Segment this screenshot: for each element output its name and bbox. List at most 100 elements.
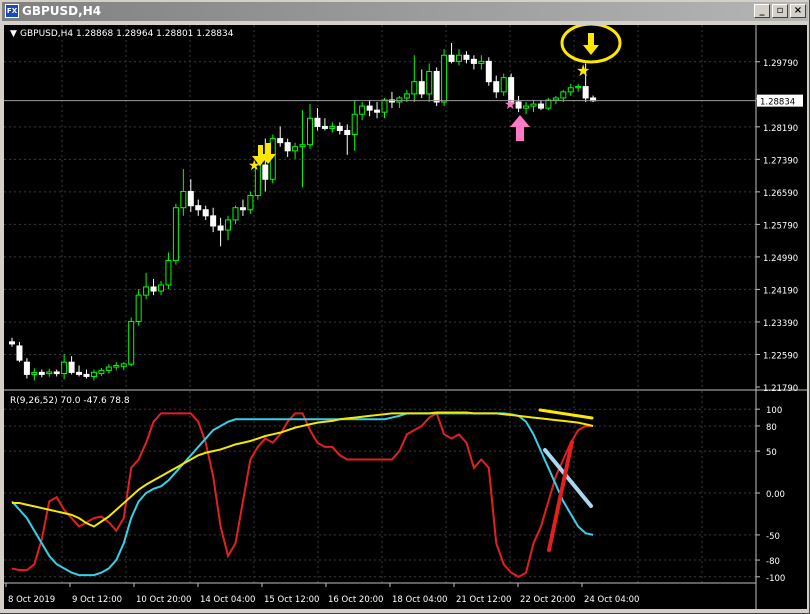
bull-candle xyxy=(381,99,388,113)
time-label: 18 Oct 04:00 xyxy=(392,595,447,605)
bear-candle xyxy=(83,373,90,377)
time-label: 10 Oct 20:00 xyxy=(136,595,191,605)
bear-candle xyxy=(448,54,455,62)
bull-candle xyxy=(478,60,485,64)
bull-candle xyxy=(180,190,187,209)
bear-candle xyxy=(321,125,328,129)
level-label: 0.00 xyxy=(766,490,785,500)
bull-candle xyxy=(172,207,179,262)
bull-candle xyxy=(552,97,559,101)
chart-window-icon: FX xyxy=(5,4,19,18)
bear-candle xyxy=(463,54,470,60)
bull-candle xyxy=(98,369,105,375)
bull-candle xyxy=(523,105,530,109)
bear-candle xyxy=(239,207,246,211)
star-icon: ★ xyxy=(248,158,261,174)
bear-candle xyxy=(314,117,321,127)
bull-candle xyxy=(128,321,135,365)
price-label: 1.24990 xyxy=(763,254,798,264)
level-label: -100 xyxy=(766,574,785,584)
level-label: -80 xyxy=(766,557,780,567)
bear-candle xyxy=(470,58,477,64)
time-label: 15 Oct 12:00 xyxy=(264,595,319,605)
restore-icon[interactable]: ▫ xyxy=(772,4,788,18)
bull-candle xyxy=(299,144,306,148)
bull-candle xyxy=(46,371,53,375)
bull-candle xyxy=(351,113,358,136)
bull-candle xyxy=(135,294,142,323)
bull-candle xyxy=(61,361,68,375)
price-label: 1.25790 xyxy=(763,221,798,231)
price-label: 1.29790 xyxy=(763,59,798,69)
chart-canvas[interactable]: ★ ★ ★ ▼ GBPUSD,H4 1.28868 1.28964 1.28801 … xyxy=(4,22,807,609)
bear-candle xyxy=(53,371,60,375)
bear-candle xyxy=(187,190,194,207)
bear-candle xyxy=(16,345,23,361)
price-label: 1.21790 xyxy=(763,384,798,394)
bull-candle xyxy=(31,371,38,375)
bear-candle xyxy=(217,225,224,231)
price-label: 1.27390 xyxy=(763,156,798,166)
time-label: 16 Oct 20:00 xyxy=(328,595,383,605)
bear-candle xyxy=(284,142,291,152)
star-icon: ★ xyxy=(576,61,590,80)
bear-candle xyxy=(150,286,157,292)
bull-candle xyxy=(359,105,366,115)
bull-candle xyxy=(165,260,172,286)
bull-candle xyxy=(247,195,254,211)
bear-candle xyxy=(202,209,209,217)
bull-candle xyxy=(403,93,410,99)
bull-candle xyxy=(120,363,127,367)
bear-candle xyxy=(38,371,45,375)
bear-candle xyxy=(76,371,83,375)
indicator-line-1 xyxy=(11,412,594,577)
bear-candle xyxy=(582,86,589,99)
star-icon: ★ xyxy=(504,97,517,113)
close-icon[interactable]: × xyxy=(790,4,806,18)
bear-candle xyxy=(537,103,544,109)
chart-window: FX GBPUSD,H4 _ ▫ × ★ ★ ★ ▼ GBPUSD,H4 1.288… xyxy=(0,0,810,614)
bull-candle xyxy=(411,81,418,95)
time-label: 9 Oct 12:00 xyxy=(72,595,122,605)
bull-candle xyxy=(530,103,537,107)
sub-chart-header: R(9,26,52) 70.0 -47.6 78.8 xyxy=(10,396,130,406)
bear-candle xyxy=(23,361,30,375)
title-bar[interactable]: FX GBPUSD,H4 _ ▫ × xyxy=(2,2,808,21)
bear-candle xyxy=(262,164,269,180)
bear-candle xyxy=(493,81,500,93)
price-label: 1.28190 xyxy=(763,124,798,134)
chart-area[interactable]: ★ ★ ★ ▼ GBPUSD,H4 1.28868 1.28964 1.28801 … xyxy=(4,22,807,609)
time-label: 21 Oct 12:00 xyxy=(456,595,511,605)
bull-candle xyxy=(575,86,582,89)
main-chart-header: GBPUSD,H4 1.28868 1.28964 1.28801 1.2883… xyxy=(20,29,234,39)
bull-candle xyxy=(426,71,433,95)
minimize-icon[interactable]: _ xyxy=(754,4,770,18)
bull-candle xyxy=(500,77,507,93)
window-title: GBPUSD,H4 xyxy=(22,4,102,18)
bear-candle xyxy=(9,341,15,345)
bear-candle xyxy=(418,81,425,95)
bull-candle xyxy=(232,207,239,221)
bull-candle xyxy=(545,99,552,109)
bull-candle xyxy=(307,117,313,146)
bull-candle xyxy=(292,146,299,152)
level-label: -50 xyxy=(766,532,780,542)
level-label: 50 xyxy=(766,448,777,458)
price-label: 1.26590 xyxy=(763,189,798,199)
bear-candle xyxy=(68,361,75,373)
bear-candle xyxy=(210,215,217,227)
up-arrow-icon xyxy=(510,115,530,141)
bear-candle xyxy=(515,101,522,109)
bear-candle xyxy=(344,129,351,136)
bull-candle xyxy=(329,125,336,129)
down-arrow-icon xyxy=(583,33,599,55)
level-label: 80 xyxy=(766,423,777,433)
bear-candle xyxy=(366,105,373,111)
time-label: 24 Oct 04:00 xyxy=(584,595,639,605)
bull-candle xyxy=(113,364,120,368)
time-label: 8 Oct 2019 xyxy=(8,595,55,605)
annotation-line xyxy=(538,408,594,420)
time-label: 22 Oct 20:00 xyxy=(520,595,575,605)
bull-candle xyxy=(90,371,97,377)
level-label: 100 xyxy=(766,406,782,416)
